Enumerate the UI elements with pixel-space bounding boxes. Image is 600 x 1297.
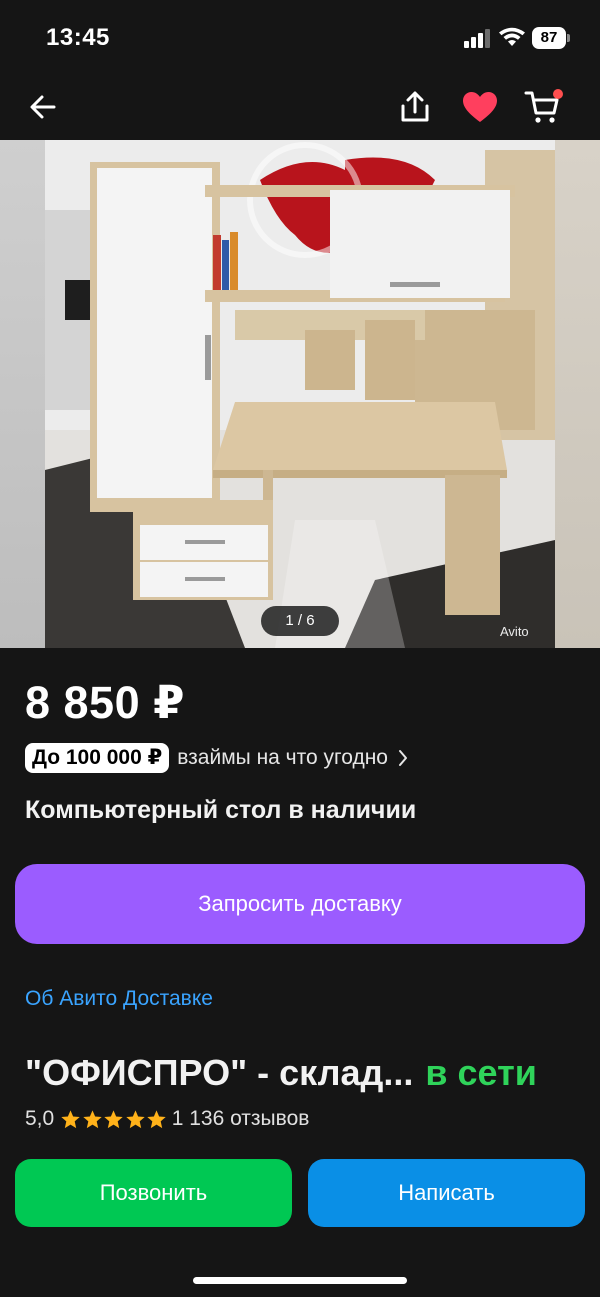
- loan-badge: До 100 000 ₽: [25, 743, 170, 773]
- battery-icon: 87: [532, 27, 570, 49]
- cart-button[interactable]: [522, 85, 566, 129]
- avito-watermark: Avito: [500, 624, 529, 639]
- home-indicator[interactable]: [193, 1277, 407, 1284]
- star-icon: [126, 1109, 145, 1128]
- loan-offer-link[interactable]: До 100 000 ₽ взаймы на что угодно: [25, 742, 408, 774]
- heart-icon: [463, 92, 497, 122]
- rating-value: 5,0: [25, 1107, 55, 1130]
- star-icon: [147, 1109, 166, 1128]
- back-button[interactable]: [21, 85, 65, 129]
- listing-title: Компьютерный стол в наличии: [25, 796, 417, 824]
- online-status: в сети: [425, 1052, 537, 1093]
- loan-text: взаймы на что угодно: [177, 746, 388, 769]
- status-time: 13:45: [46, 24, 110, 51]
- price: 8 850 ₽: [25, 677, 185, 728]
- status-bar: 13:45 87: [0, 0, 600, 75]
- reviews-count: 1 136 отзывов: [171, 1107, 310, 1130]
- battery-level: 87: [532, 27, 566, 49]
- signal-icon: [464, 28, 492, 48]
- photo-counter: 1 / 6: [261, 606, 339, 636]
- rating-stars: [60, 1109, 168, 1130]
- product-photo[interactable]: [45, 140, 555, 648]
- next-photo-peek: [555, 140, 600, 648]
- seller-rating[interactable]: 5,0 1 136 отзывов: [25, 1104, 309, 1134]
- seller-header[interactable]: "ОФИСПРО" - склад... в сети: [25, 1052, 537, 1094]
- star-icon: [104, 1109, 123, 1128]
- wifi-icon: [499, 27, 525, 46]
- prev-photo-peek: [0, 140, 45, 648]
- request-delivery-button[interactable]: Запросить доставку: [15, 864, 585, 944]
- about-delivery-link[interactable]: Об Авито Доставке: [25, 987, 213, 1011]
- share-button[interactable]: [393, 85, 437, 129]
- star-icon: [83, 1109, 102, 1128]
- call-button[interactable]: Позвонить: [15, 1159, 292, 1227]
- nav-bar: [0, 75, 600, 140]
- cart-icon: [524, 89, 563, 123]
- back-arrow-icon: [30, 95, 56, 119]
- chevron-right-icon: [398, 750, 407, 766]
- star-icon: [61, 1109, 80, 1128]
- photo-gallery[interactable]: 1 / 6 Avito: [0, 140, 600, 648]
- share-icon: [401, 91, 429, 122]
- seller-name[interactable]: "ОФИСПРО" - склад...: [25, 1052, 413, 1093]
- write-button[interactable]: Написать: [308, 1159, 585, 1227]
- favorite-button[interactable]: [458, 85, 502, 129]
